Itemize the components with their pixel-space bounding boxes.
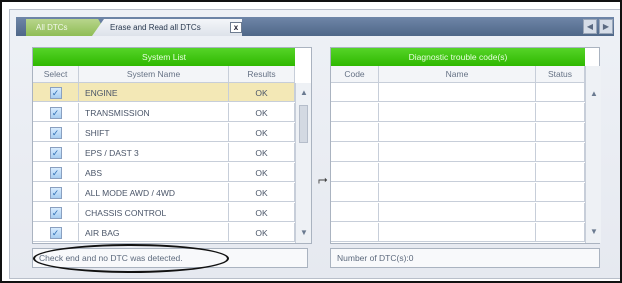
result-cell: OK (229, 163, 295, 182)
select-cell: ✓ (33, 183, 79, 202)
dtc-cell (379, 163, 536, 182)
dtc-cell (536, 223, 585, 242)
status-message: Check end and no DTC was detected. (32, 248, 308, 268)
dtc-title: Diagnostic trouble code(s) (331, 48, 585, 66)
mouse-cursor-icon: ⮣ (318, 172, 328, 186)
table-row (331, 83, 585, 102)
dtc-count: Number of DTC(s):0 (330, 248, 600, 268)
dtc-cell (536, 103, 585, 122)
nav-next-icon[interactable]: ▶ (599, 19, 613, 34)
system-name-cell: ABS (79, 163, 229, 182)
select-checkbox[interactable]: ✓ (49, 106, 62, 119)
dtc-cell (536, 143, 585, 162)
col-code: Code (331, 66, 379, 83)
table-row[interactable]: ✓ SHIFT OK (33, 123, 295, 142)
col-select: Select (33, 66, 79, 83)
select-cell: ✓ (33, 123, 79, 142)
table-row (331, 123, 585, 142)
col-name: Name (379, 66, 536, 83)
system-name-cell: EPS / DAST 3 (79, 143, 229, 162)
select-checkbox[interactable]: ✓ (49, 226, 62, 239)
dtc-panel: Diagnostic trouble code(s) Code Name Sta… (330, 47, 601, 244)
select-checkbox[interactable]: ✓ (49, 206, 62, 219)
system-list-title: System List (33, 48, 295, 66)
system-list-panel: System List Select System Name Results ✓… (32, 47, 312, 244)
table-row (331, 223, 585, 242)
scroll-down-icon[interactable]: ▼ (588, 226, 600, 238)
dtc-cell (331, 123, 379, 142)
dtc-cell (379, 223, 536, 242)
select-cell: ✓ (33, 103, 79, 122)
table-row (331, 103, 585, 122)
table-row[interactable]: ✓ ENGINE OK (33, 83, 295, 102)
select-cell: ✓ (33, 143, 79, 162)
select-checkbox[interactable]: ✓ (49, 126, 62, 139)
table-row[interactable]: ✓ ABS OK (33, 163, 295, 182)
table-row (331, 143, 585, 162)
dtc-cell (536, 83, 585, 102)
system-name-cell: AIR BAG (79, 223, 229, 242)
result-cell: OK (229, 223, 295, 242)
table-row (331, 163, 585, 182)
dtc-cell (536, 163, 585, 182)
table-row[interactable]: ✓ AIR BAG OK (33, 223, 295, 242)
scroll-up-icon[interactable]: ▲ (298, 87, 310, 99)
table-row[interactable]: ✓ ALL MODE AWD / 4WD OK (33, 183, 295, 202)
select-cell: ✓ (33, 223, 79, 242)
dtc-cell (536, 203, 585, 222)
table-row[interactable]: ✓ CHASSIS CONTROL OK (33, 203, 295, 222)
select-cell: ✓ (33, 83, 79, 102)
system-name-cell: ENGINE (79, 83, 229, 102)
col-status: Status (536, 66, 585, 83)
scroll-up-icon[interactable]: ▲ (588, 88, 600, 100)
system-list-scrollbar[interactable]: ▲ ▼ (295, 83, 311, 243)
tab-bar: All DTCs Erase and Read all DTCs x ◀ ▶ (16, 17, 614, 36)
scroll-thumb[interactable] (299, 105, 308, 143)
select-checkbox[interactable]: ✓ (49, 86, 62, 99)
dtc-cell (379, 103, 536, 122)
system-name-cell: TRANSMISSION (79, 103, 229, 122)
result-cell: OK (229, 203, 295, 222)
dtc-cell (331, 83, 379, 102)
dtc-cell (379, 143, 536, 162)
table-row[interactable]: ✓ TRANSMISSION OK (33, 103, 295, 122)
dtc-cell (331, 163, 379, 182)
table-row (331, 203, 585, 222)
dtc-cell (331, 143, 379, 162)
table-row (331, 183, 585, 202)
result-cell: OK (229, 123, 295, 142)
dtc-cell (331, 223, 379, 242)
dtc-scrollbar[interactable]: ▲ ▼ (585, 66, 601, 243)
dtc-cell (379, 83, 536, 102)
scroll-down-icon[interactable]: ▼ (298, 227, 310, 239)
select-cell: ✓ (33, 163, 79, 182)
dtc-cell (536, 183, 585, 202)
dtc-cell (331, 103, 379, 122)
system-name-cell: CHASSIS CONTROL (79, 203, 229, 222)
result-cell: OK (229, 83, 295, 102)
dtc-cell (379, 203, 536, 222)
tab-erase-read-all-dtcs[interactable]: Erase and Read all DTCs (92, 19, 242, 36)
result-cell: OK (229, 183, 295, 202)
table-row[interactable]: ✓ EPS / DAST 3 OK (33, 143, 295, 162)
select-checkbox[interactable]: ✓ (49, 166, 62, 179)
select-checkbox[interactable]: ✓ (49, 186, 62, 199)
close-tab-icon[interactable]: x (230, 22, 242, 33)
system-name-cell: SHIFT (79, 123, 229, 142)
col-results: Results (229, 66, 295, 83)
dtc-cell (331, 203, 379, 222)
nav-prev-icon[interactable]: ◀ (583, 19, 597, 34)
select-checkbox[interactable]: ✓ (49, 146, 62, 159)
col-system-name: System Name (79, 66, 229, 83)
dtc-cell (379, 123, 536, 142)
select-cell: ✓ (33, 203, 79, 222)
system-name-cell: ALL MODE AWD / 4WD (79, 183, 229, 202)
dtc-cell (379, 183, 536, 202)
result-cell: OK (229, 143, 295, 162)
result-cell: OK (229, 103, 295, 122)
dtc-cell (331, 183, 379, 202)
dtc-cell (536, 123, 585, 142)
